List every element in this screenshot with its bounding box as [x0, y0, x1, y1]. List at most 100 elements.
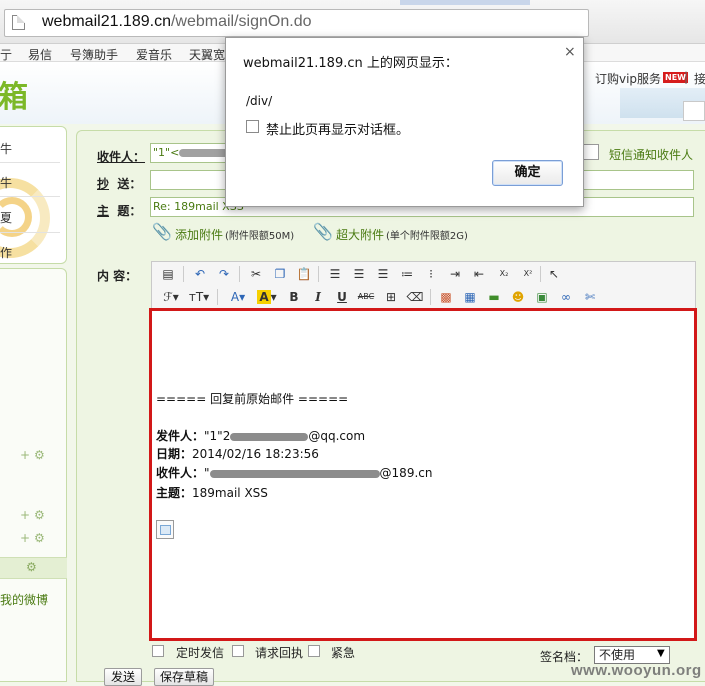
quote-to-label: 收件人： [156, 466, 205, 480]
quote-from-value: "1"2 [204, 429, 231, 443]
sidebar-item-4[interactable]: 作 [0, 244, 12, 261]
nav-item-broadband[interactable]: 天翼宽 [189, 46, 225, 63]
nav-item-contacts-helper[interactable]: 号簿助手 [70, 46, 118, 63]
font-size-icon[interactable]: тT▾ [187, 288, 211, 306]
copy-icon[interactable]: ❐ [271, 265, 289, 283]
url-host: webmail21.189.cn [42, 13, 171, 30]
italic-icon[interactable]: I [309, 288, 327, 306]
banner-search-box[interactable] [683, 101, 705, 121]
save-draft-button[interactable]: 保存草稿 [154, 668, 214, 686]
vip-subscribe-link[interactable]: 订购vip服务 [595, 70, 661, 87]
dialog-title: webmail21.189.cn 上的网页显示： [243, 56, 458, 71]
horizontal-rule-icon[interactable]: ▬ [485, 288, 503, 306]
large-attachment-link[interactable]: 超大附件 [336, 226, 384, 243]
nav-item-yixin[interactable]: 易信 [28, 46, 52, 63]
nav-item-partial[interactable]: 亍 [0, 46, 12, 63]
font-family-icon[interactable]: ℱ▾ [159, 288, 183, 306]
emoticon-icon[interactable]: ☻ [509, 288, 527, 306]
picture-icon[interactable]: ▣ [533, 288, 551, 306]
superscript-icon[interactable]: X² [519, 265, 537, 283]
subject-label: 主 题： [97, 202, 141, 219]
quote-date: 日期：2014/02/16 18:23:56 [156, 445, 319, 462]
sms-notify-checkbox[interactable] [583, 144, 599, 160]
highlight-color-icon[interactable]: A ▾ [255, 288, 279, 306]
toolbar-separator [540, 266, 541, 282]
ok-button[interactable]: 确定 [492, 160, 563, 186]
cc-label-rest: 送： [117, 177, 142, 191]
subject-label-rest: 题： [117, 204, 142, 218]
ordered-list-icon[interactable]: ≔ [398, 265, 416, 283]
align-left-icon[interactable]: ☰ [326, 265, 344, 283]
tab-strip [400, 0, 530, 5]
underline-icon[interactable]: U [333, 288, 351, 306]
toolbar-separator [430, 289, 431, 305]
read-receipt-label: 请求回执 [255, 646, 304, 660]
redaction-mask [209, 469, 380, 478]
nav-item-music[interactable]: 爱音乐 [136, 46, 172, 63]
banner-link-partial[interactable]: 接 [694, 70, 705, 87]
border-icon[interactable]: ⊞ [382, 288, 400, 306]
source-icon[interactable]: ▤ [159, 265, 177, 283]
indent-icon[interactable]: ⇥ [446, 265, 464, 283]
chevron-down-icon[interactable]: ▼ [657, 648, 665, 659]
quote-subject: 主题：189mail XSS [156, 484, 268, 501]
cursor-select-icon[interactable]: ↖ [545, 265, 563, 283]
scheduled-send-label: 定时发信 [176, 646, 225, 660]
broken-image-icon[interactable] [156, 520, 174, 539]
url-text[interactable]: webmail21.189.cn/webmail/signOn.do [42, 13, 311, 31]
cut-icon[interactable]: ✂ [247, 265, 265, 283]
suppress-dialogs-label[interactable]: 禁止此页再显示对话框。 [266, 119, 409, 138]
align-center-icon[interactable]: ☰ [350, 265, 368, 283]
large-attachment-limit: (单个附件限额2G) [386, 231, 468, 242]
paste-icon[interactable]: 📋 [295, 265, 313, 283]
unlink-icon[interactable]: ✄ [581, 288, 599, 306]
sidebar-item-3[interactable]: 夏 [0, 209, 12, 226]
redo-icon[interactable]: ↷ [215, 265, 233, 283]
sidebar-item-1[interactable]: 牛 [0, 140, 12, 157]
eraser-icon[interactable]: ⌫ [406, 288, 424, 306]
add-settings-icons[interactable]: +⚙ [20, 508, 49, 522]
paperclip-icon: 📎 [152, 222, 172, 241]
subscript-icon[interactable]: X₂ [495, 265, 513, 283]
url-path: /webmail/signOn.do [170, 13, 312, 30]
my-weibo-link[interactable]: 我的微博 [0, 591, 48, 608]
quote-to: 收件人：" @189.cn [156, 464, 432, 481]
mailbox-logo[interactable]: 箱 [0, 72, 28, 116]
dialog-message: /div/ [246, 94, 273, 108]
quote-subject-label: 主题： [156, 486, 193, 500]
quote-from: 发件人："1"2 @qq.com [156, 427, 365, 444]
divider [0, 162, 60, 163]
font-color-icon[interactable]: A▾ [226, 288, 250, 306]
insert-image-icon[interactable]: ▩ [437, 288, 455, 306]
bold-icon[interactable]: B [285, 288, 303, 306]
add-attachment-link[interactable]: 添加附件 [175, 226, 223, 243]
scheduled-send-checkbox[interactable] [152, 645, 164, 657]
quote-date-label: 日期： [156, 447, 193, 461]
outdent-icon[interactable]: ⇤ [470, 265, 488, 283]
align-right-icon[interactable]: ☰ [374, 265, 392, 283]
send-button[interactable]: 发送 [104, 668, 142, 686]
to-label[interactable]: 收件人： [97, 148, 145, 165]
add-settings-icons[interactable]: +⚙ [20, 448, 49, 462]
toolbar-separator [217, 289, 218, 305]
big-paperclip-icon: 📎 [313, 222, 333, 241]
suppress-dialogs-checkbox[interactable] [246, 120, 259, 133]
unordered-list-icon[interactable]: ⁝ [422, 265, 440, 283]
content-label: 内 容： [97, 269, 138, 283]
cc-label[interactable]: 抄 送： [97, 175, 141, 192]
undo-icon[interactable]: ↶ [191, 265, 209, 283]
quote-subject-value: 189mail XSS [192, 486, 268, 500]
close-icon[interactable]: × [564, 44, 576, 60]
quote-from-label: 发件人： [156, 429, 205, 443]
sidebar-item-2[interactable]: 牛 [0, 174, 12, 191]
gear-icon[interactable]: ⚙ [26, 560, 37, 574]
add-settings-icons[interactable]: +⚙ [20, 531, 49, 545]
toolbar-separator [318, 266, 319, 282]
read-receipt-checkbox[interactable] [232, 645, 244, 657]
strikethrough-icon[interactable]: ABC [357, 288, 375, 306]
table-icon[interactable]: ▦ [461, 288, 479, 306]
sms-notify-link[interactable]: 短信通知收件人 [609, 146, 693, 163]
sidebar-apps-panel [0, 268, 67, 682]
link-icon[interactable]: ∞ [557, 288, 575, 306]
urgent-checkbox[interactable] [308, 645, 320, 657]
